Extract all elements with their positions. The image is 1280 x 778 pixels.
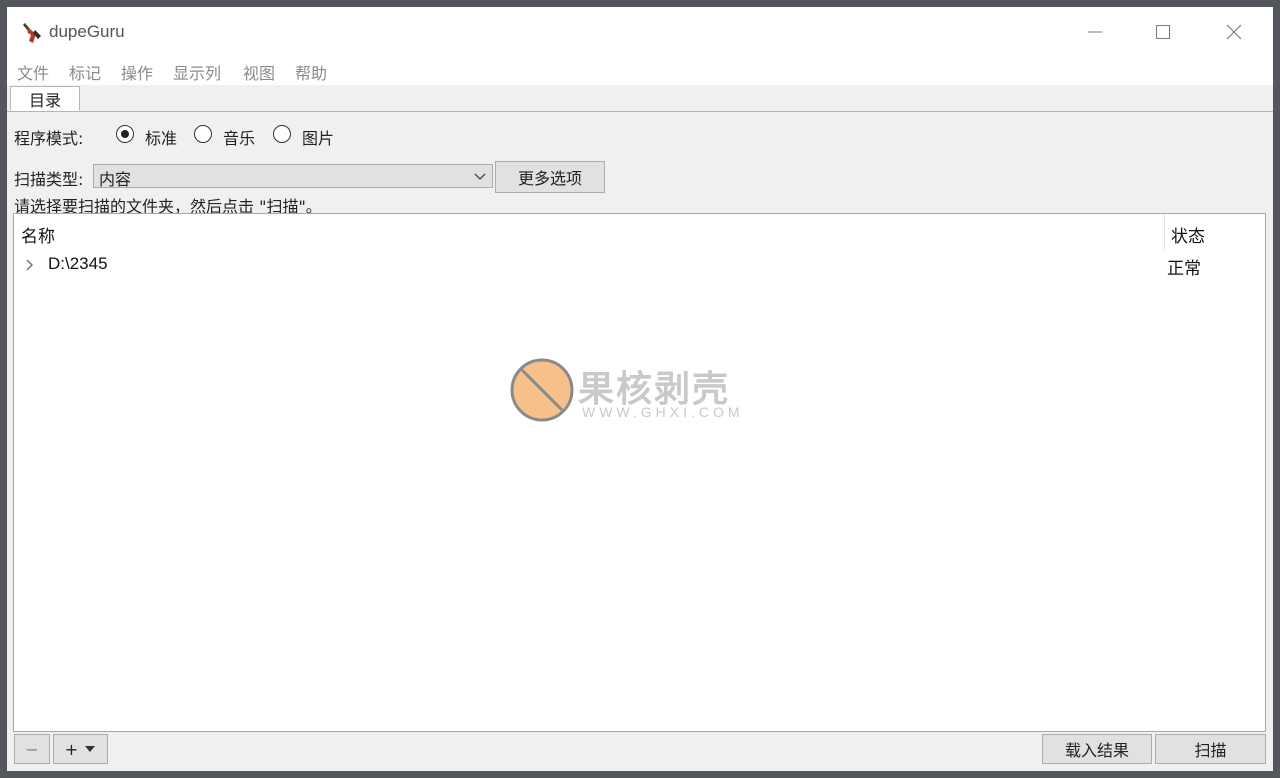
chevron-down-icon	[474, 173, 486, 180]
app-logo-icon	[23, 23, 41, 43]
add-button-label: +	[64, 739, 79, 759]
app-window: dupeGuru 文件 标记 操作 显示列 视图 帮助 目录 程序模式: 标准 …	[7, 7, 1273, 771]
menu-bar: 文件 标记 操作 显示列 视图 帮助	[7, 57, 1273, 85]
maximize-icon	[1156, 25, 1170, 39]
watermark-url: WWW.GHXI.COM	[582, 404, 744, 420]
more-options-button[interactable]: 更多选项	[495, 161, 605, 193]
column-divider[interactable]	[1164, 214, 1165, 250]
watermark: 果核剥壳 WWW.GHXI.COM	[510, 358, 780, 428]
radio-standard[interactable]	[116, 125, 134, 143]
column-header-name[interactable]: 名称	[21, 222, 55, 247]
radio-picture[interactable]	[273, 125, 291, 143]
scan-type-select[interactable]: 内容	[93, 164, 493, 189]
radio-standard-label[interactable]: 标准	[145, 125, 177, 149]
menu-view[interactable]: 视图	[243, 60, 275, 84]
tab-directories[interactable]: 目录	[10, 86, 80, 111]
maximize-button[interactable]	[1140, 15, 1186, 49]
tab-bar: 目录	[7, 85, 1273, 112]
column-header-state[interactable]: 状态	[1171, 222, 1205, 247]
radio-music[interactable]	[194, 125, 212, 143]
title-bar[interactable]: dupeGuru	[7, 7, 1273, 57]
dropdown-arrow-icon	[85, 746, 96, 752]
menu-file[interactable]: 文件	[17, 60, 49, 84]
chevron-right-icon[interactable]	[23, 258, 35, 272]
close-icon	[1226, 24, 1242, 40]
radio-selected-dot	[120, 129, 129, 138]
window-title: dupeGuru	[49, 22, 125, 41]
minimize-button[interactable]	[1072, 15, 1118, 49]
scan-button[interactable]: 扫描	[1155, 734, 1266, 764]
app-mode-label: 程序模式:	[14, 129, 84, 148]
menu-help[interactable]: 帮助	[295, 60, 327, 84]
scan-type-value: 内容	[99, 170, 132, 189]
menu-actions[interactable]: 操作	[121, 60, 153, 84]
close-button[interactable]	[1211, 15, 1257, 49]
remove-folder-button[interactable]: −	[14, 734, 50, 764]
row-state-cell[interactable]: 正常	[1167, 254, 1201, 279]
radio-picture-label[interactable]: 图片	[302, 125, 334, 149]
menu-columns[interactable]: 显示列	[173, 60, 221, 84]
load-results-button[interactable]: 载入结果	[1042, 734, 1152, 764]
radio-music-label[interactable]: 音乐	[223, 125, 255, 149]
add-folder-button[interactable]: +	[53, 734, 108, 764]
watermark-logo-icon	[510, 358, 574, 422]
row-name-cell: D:\2345	[48, 254, 108, 273]
scan-type-label: 扫描类型:	[14, 170, 84, 189]
directories-table[interactable]: 名称 状态 D:\2345 正常 果核剥壳 WWW.GHXI.COM	[13, 213, 1266, 732]
menu-mark[interactable]: 标记	[69, 60, 101, 84]
minimize-icon	[1088, 31, 1102, 33]
